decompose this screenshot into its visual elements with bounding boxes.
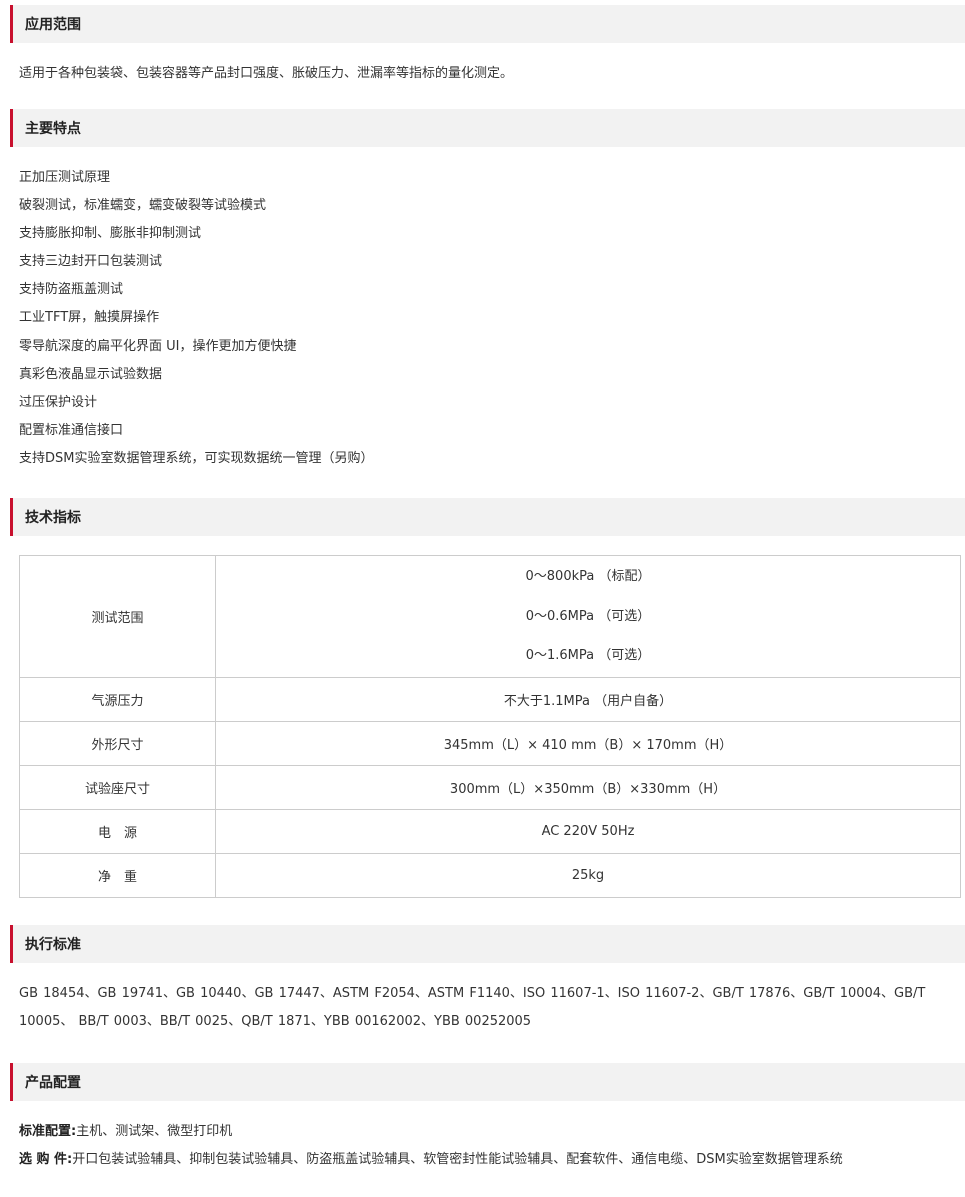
config-optional-text: 开口包装试验辅具、抑制包装试验辅具、防盗瓶盖试验辅具、软管密封性能试验辅具、配套… xyxy=(72,1152,843,1168)
spec-table: 测试范围 0～800kPa （标配） 0～0.6MPa （可选） 0～1.6MP… xyxy=(19,555,961,899)
spec-label: 试验座尺寸 xyxy=(19,765,216,811)
product-detail: 应用范围 适用于各种包装袋、包装容器等产品封口强度、胀破压力、泄漏率等指标的量化… xyxy=(0,0,965,1174)
spec-value: 345mm（L）× 410 mm（B）× 170mm（H） xyxy=(215,721,961,767)
feature-item: 正加压测试原理 xyxy=(19,170,111,185)
config-optional: 选 购 件:开口包装试验辅具、抑制包装试验辅具、防盗瓶盖试验辅具、软管密封性能试… xyxy=(19,1146,965,1174)
section-title-standards: 执行标准 xyxy=(10,925,965,964)
spec-value: 0～800kPa （标配） 0～0.6MPa （可选） 0～1.6MPa （可选… xyxy=(215,555,961,679)
section-title-config: 产品配置 xyxy=(10,1063,965,1102)
section-title-features: 主要特点 xyxy=(10,109,965,147)
standards-text: GB 18454、GB 19741、GB 10440、GB 17447、ASTM… xyxy=(19,986,926,1030)
feature-item: 真彩色液晶显示试验数据 xyxy=(19,366,163,382)
config-list: 标准配置:主机、测试架、微型打印机 选 购 件:开口包装试验辅具、抑制包装试验辅… xyxy=(10,1101,965,1174)
spec-label: 电 源 xyxy=(19,809,216,855)
table-row: 外形尺寸 345mm（L）× 410 mm（B）× 170mm（H） xyxy=(19,721,961,767)
spec-label: 净 重 xyxy=(19,853,216,899)
table-row: 试验座尺寸 300mm（L）×350mm（B）×330mm（H） xyxy=(19,765,961,811)
table-row: 测试范围 0～800kPa （标配） 0～0.6MPa （可选） 0～1.6MP… xyxy=(19,555,961,679)
table-row: 电 源 AC 220V 50Hz xyxy=(19,809,961,855)
spec-label: 外形尺寸 xyxy=(19,721,216,767)
config-standard-text: 主机、测试架、微型打印机 xyxy=(76,1124,233,1140)
spec-value: 300mm（L）×350mm（B）×330mm（H） xyxy=(215,765,961,811)
spec-table-wrap: 测试范围 0～800kPa （标配） 0～0.6MPa （可选） 0～1.6MP… xyxy=(10,536,965,925)
feature-item: 支持三边封开口包装测试 xyxy=(19,254,163,270)
feature-item: 支持膨胀抑制、膨胀非抑制测试 xyxy=(19,226,202,242)
spec-value: 不大于1.1MPa （用户自备） xyxy=(215,677,961,723)
spec-value-line: 0～800kPa （标配） xyxy=(525,569,651,585)
table-row: 净 重 25kg xyxy=(19,853,961,899)
config-standard: 标准配置:主机、测试架、微型打印机 xyxy=(19,1118,965,1146)
config-optional-label: 选 购 件: xyxy=(19,1152,73,1168)
spec-value-line: 0～1.6MPa （可选） xyxy=(525,648,651,664)
feature-item: 零导航深度的扁平化界面 UI，操作更加方便快捷 xyxy=(19,338,297,354)
spec-value: AC 220V 50Hz xyxy=(215,809,961,855)
feature-item: 破裂测试，标准蠕变，蠕变破裂等试验模式 xyxy=(19,198,267,214)
feature-item: 配置标准通信接口 xyxy=(19,422,124,438)
feature-item: 支持防盗瓶盖测试 xyxy=(19,282,124,298)
config-standard-label: 标准配置: xyxy=(19,1124,77,1140)
table-row: 气源压力 不大于1.1MPa （用户自备） xyxy=(19,677,961,723)
feature-item: 工业TFT屏，触摸屏操作 xyxy=(19,310,160,326)
section-title-specs: 技术指标 xyxy=(10,498,965,537)
feature-item: 支持DSM实验室数据管理系统，可实现数据统一管理（另购） xyxy=(19,450,374,466)
feature-item: 过压保护设计 xyxy=(19,394,98,410)
spec-label: 气源压力 xyxy=(19,677,216,723)
spec-value-line: 0～0.6MPa （可选） xyxy=(525,608,651,624)
spec-value: 25kg xyxy=(215,853,961,899)
scope-text: 适用于各种包装袋、包装容器等产品封口强度、胀破压力、泄漏率等指标的量化测定。 xyxy=(19,66,514,81)
section-title-scope: 应用范围 xyxy=(10,5,965,43)
spec-label: 测试范围 xyxy=(19,555,216,679)
features-list: 正加压测试原理 破裂测试，标准蠕变，蠕变破裂等试验模式 支持膨胀抑制、膨胀非抑制… xyxy=(10,147,965,498)
